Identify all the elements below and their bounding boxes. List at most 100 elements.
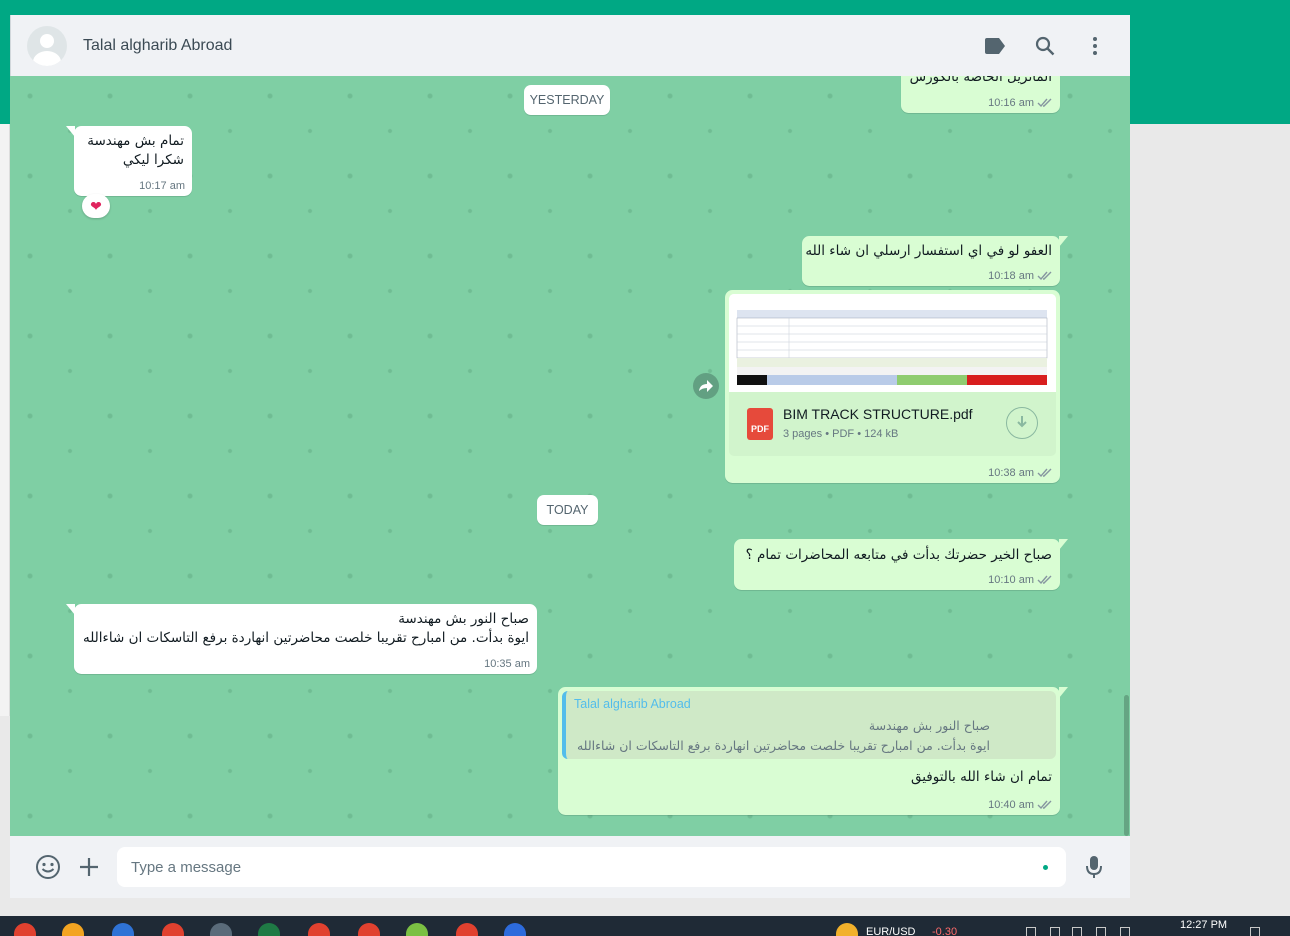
menu-dots-icon[interactable] <box>1083 34 1107 58</box>
message-text: تمام ان شاء الله بالتوفيق <box>910 769 1052 785</box>
message-meta: 10:17 am <box>139 180 185 192</box>
notifications-icon[interactable] <box>1250 927 1260 936</box>
ticker-icon <box>836 923 858 936</box>
message-text: الماتريل الخاصة بالكورس <box>909 76 1052 85</box>
chat-list-edge <box>0 124 10 716</box>
contact-name[interactable]: Talal algharib Abroad <box>83 37 232 55</box>
message-time: 10:35 am <box>484 658 530 670</box>
app-taskbar-icon[interactable] <box>406 923 428 936</box>
chrome-taskbar-icon[interactable] <box>456 923 478 936</box>
os-taskbar: EUR/USD -0.30 12:27 PM <box>0 916 1290 936</box>
message-time: 10:40 am <box>988 799 1034 811</box>
message-text: شكرا ليكي <box>122 152 184 168</box>
volume-icon[interactable] <box>1120 927 1130 936</box>
microphone-icon[interactable] <box>1080 853 1108 881</box>
download-arrow-icon <box>1017 416 1027 428</box>
message-time: 10:18 am <box>988 270 1034 282</box>
document-file-name: BIM TRACK STRUCTURE.pdf <box>783 406 973 422</box>
reaction-heart[interactable]: ❤ <box>82 194 110 218</box>
message-text: صباح الخير حضرتك بدأت في متابعه المحاضرا… <box>745 547 1052 563</box>
drive-taskbar-icon[interactable] <box>62 923 84 936</box>
message-incoming[interactable]: صباح النور بش مهندسة ايوة بدأت. من امبار… <box>66 604 537 674</box>
label-icon[interactable] <box>983 34 1007 58</box>
composer-bar <box>10 836 1130 898</box>
search-icon[interactable] <box>1033 34 1057 58</box>
message-text: العفو لو في اي استفسار ارسلي ان شاء الله <box>805 243 1052 259</box>
quoted-author: Talal algharib Abroad <box>574 697 691 711</box>
message-meta: 10:35 am <box>484 658 530 670</box>
bubble-tail <box>1059 687 1068 698</box>
message-meta: 10:38 am <box>988 467 1053 479</box>
message-time: 10:38 am <box>988 467 1034 479</box>
message-outgoing[interactable]: العفو لو في اي استفسار ارسلي ان شاء الله… <box>802 236 1068 286</box>
ticker-symbol[interactable]: EUR/USD <box>866 926 916 936</box>
message-time: 10:17 am <box>139 180 185 192</box>
app-taskbar-icon[interactable] <box>112 923 134 936</box>
pdf-file-icon: PDF <box>747 408 773 440</box>
double-check-icon <box>1037 98 1052 108</box>
excel-taskbar-icon[interactable] <box>258 923 280 936</box>
whatsapp-window: Talal algharib Abroad الماتريل الخاصة با… <box>10 15 1130 898</box>
conversation-header[interactable]: Talal algharib Abroad <box>10 15 1130 76</box>
document-file-info: 3 pages • PDF • 124 kB <box>783 428 898 440</box>
quoted-text: ايوة بدأت. من امبارح تقريبا خلصت محاضرتي… <box>576 738 990 753</box>
forward-button[interactable] <box>693 373 719 399</box>
page-background <box>1130 124 1290 916</box>
date-chip-yesterday: YESTERDAY <box>524 85 610 115</box>
chrome-taskbar-icon[interactable] <box>162 923 184 936</box>
message-meta: 10:40 am <box>988 799 1053 811</box>
bubble-tail <box>1059 236 1068 247</box>
message-outgoing[interactable]: صباح الخير حضرتك بدأت في متابعه المحاضرا… <box>734 539 1068 590</box>
document-file-size: 124 kB <box>864 428 899 440</box>
message-outgoing[interactable]: الماتريل الخاصة بالكورس 10:16 am <box>901 76 1060 113</box>
chrome-taskbar-icon[interactable] <box>308 923 330 936</box>
clock[interactable]: 12:27 PM <box>1180 919 1227 931</box>
document-file-type: PDF <box>832 428 855 440</box>
emoji-icon[interactable] <box>34 853 62 881</box>
document-info-row[interactable]: PDF BIM TRACK STRUCTURE.pdf 3 pages • PD… <box>729 392 1056 456</box>
document-preview[interactable] <box>729 294 1056 392</box>
input-indicator-dot <box>1043 865 1048 870</box>
tray-icon[interactable] <box>1026 927 1036 936</box>
message-list[interactable]: الماتريل الخاصة بالكورس 10:16 am YESTERD… <box>10 76 1130 836</box>
bubble-tail <box>66 126 75 137</box>
double-check-icon <box>1037 800 1052 810</box>
chat-scrollbar[interactable] <box>1124 695 1129 836</box>
message-incoming[interactable]: تمام بش مهندسة شكرا ليكي 10:17 am <box>66 126 192 196</box>
message-meta: 10:10 am <box>988 574 1053 586</box>
avatar-head-shape <box>40 34 54 48</box>
document-page-count: 3 pages <box>783 428 823 440</box>
message-text: ايوة بدأت. من امبارح تقريبا خلصت محاضرتي… <box>82 630 529 646</box>
chrome-taskbar-icon[interactable] <box>358 923 380 936</box>
message-meta: 10:18 am <box>988 270 1053 282</box>
attach-plus-icon[interactable] <box>75 853 103 881</box>
app-taskbar-icon[interactable] <box>210 923 232 936</box>
message-time: 10:16 am <box>988 97 1034 109</box>
message-reply[interactable]: Talal algharib Abroad صباح النور بش مهند… <box>558 687 1068 815</box>
tray-icon[interactable] <box>1050 927 1060 936</box>
tray-icon[interactable] <box>1072 927 1082 936</box>
forward-icon <box>699 380 713 392</box>
avatar-body-shape <box>33 51 61 66</box>
date-chip-today: TODAY <box>537 495 598 525</box>
message-document[interactable]: PDF BIM TRACK STRUCTURE.pdf 3 pages • PD… <box>725 290 1060 483</box>
bubble-tail <box>66 604 75 615</box>
double-check-icon <box>1037 271 1052 281</box>
ticker-change: -0.30 <box>932 926 958 936</box>
chrome-taskbar-icon[interactable] <box>14 923 36 936</box>
double-check-icon <box>1037 468 1052 478</box>
bubble-tail <box>1059 539 1068 550</box>
message-time: 10:10 am <box>988 574 1034 586</box>
message-text: صباح النور بش مهندسة <box>398 611 529 627</box>
quoted-message[interactable]: Talal algharib Abroad صباح النور بش مهند… <box>562 691 1056 759</box>
message-meta: 10:16 am <box>988 97 1053 109</box>
quoted-text: صباح النور بش مهندسة <box>868 718 990 733</box>
download-button[interactable] <box>1006 407 1038 439</box>
message-text: تمام بش مهندسة <box>87 133 184 149</box>
avatar[interactable] <box>27 26 67 66</box>
double-check-icon <box>1037 575 1052 585</box>
message-input[interactable] <box>117 847 1066 887</box>
zoom-taskbar-icon[interactable] <box>504 923 526 936</box>
tray-icon[interactable] <box>1096 927 1106 936</box>
document-preview-image <box>729 294 1056 392</box>
